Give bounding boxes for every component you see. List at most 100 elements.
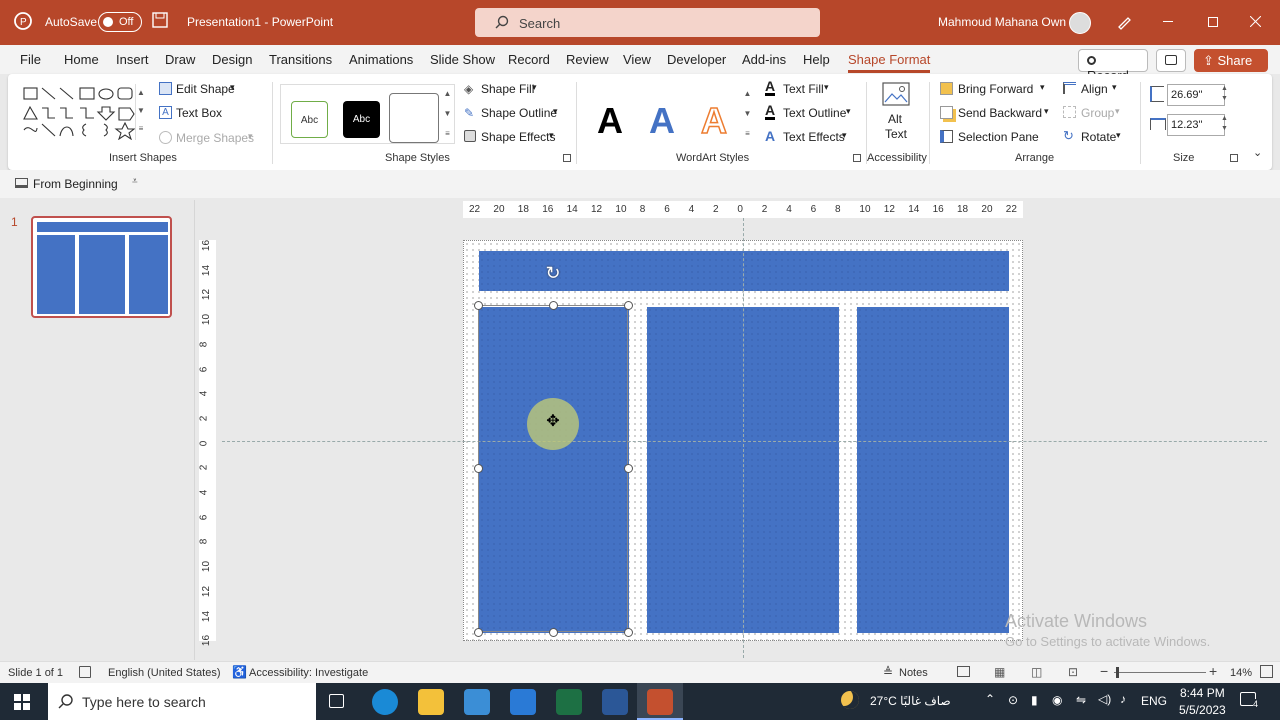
pen-icon[interactable] xyxy=(1116,14,1132,30)
tab-view[interactable]: View xyxy=(623,52,651,67)
tab-slide-show[interactable]: Slide Show xyxy=(430,52,495,67)
selection-pane-button[interactable]: Selection Pane xyxy=(958,130,1039,144)
rotate-button[interactable]: Rotate xyxy=(1081,130,1116,144)
resize-handle-sw[interactable] xyxy=(474,628,483,637)
zoom-out-icon[interactable]: − xyxy=(1100,663,1108,679)
slideshow-icon[interactable]: ⊡ xyxy=(1068,665,1078,679)
fit-slide-icon[interactable] xyxy=(1260,665,1273,678)
horizontal-guide[interactable] xyxy=(222,441,1267,442)
wordart-orange[interactable]: A xyxy=(700,99,728,142)
size-launcher-icon[interactable] xyxy=(1230,154,1238,162)
mail-icon[interactable] xyxy=(510,689,536,715)
file-explorer-icon[interactable] xyxy=(418,689,444,715)
style-swatch-3[interactable]: Abc xyxy=(389,93,439,143)
minimize-icon[interactable] xyxy=(1163,21,1173,22)
tab-design[interactable]: Design xyxy=(212,52,252,67)
text-effects-button[interactable]: Text Effects xyxy=(783,130,845,144)
zoom-level[interactable]: 14% xyxy=(1230,667,1252,679)
right-column-shape[interactable] xyxy=(857,307,1009,633)
wordart-scroll[interactable]: ▲ ▼ ≡ xyxy=(742,84,753,144)
powerpoint-taskbar-button[interactable] xyxy=(637,683,683,720)
align-button[interactable]: Align xyxy=(1081,82,1108,96)
collapse-ribbon-icon[interactable]: ⌄ xyxy=(1253,146,1262,159)
resize-handle-se[interactable] xyxy=(624,628,633,637)
speaker-icon[interactable]: ◁) xyxy=(1098,692,1111,706)
taskbar-search[interactable]: Type here to search xyxy=(48,683,316,720)
tray-icon-1[interactable]: ⊙ xyxy=(1008,693,1018,707)
avatar[interactable] xyxy=(1069,12,1091,34)
tray-icon-2[interactable]: ◉ xyxy=(1052,693,1062,707)
rotate-handle-icon[interactable]: ↻ xyxy=(543,263,563,283)
spellcheck-icon[interactable] xyxy=(79,666,91,678)
network-icon[interactable]: ⇋ xyxy=(1076,693,1086,707)
shape-styles-launcher-icon[interactable] xyxy=(563,154,571,162)
windows-start-icon[interactable] xyxy=(14,694,30,710)
alt-text-button-line1[interactable]: Alt xyxy=(888,112,902,126)
wordart-blue[interactable]: A xyxy=(649,100,675,142)
store-icon[interactable] xyxy=(464,689,490,715)
tab-file[interactable]: File xyxy=(20,52,41,67)
tab-transitions[interactable]: Transitions xyxy=(269,52,332,67)
edge-icon[interactable] xyxy=(372,689,398,715)
shapes-gallery[interactable] xyxy=(22,84,142,141)
input-language[interactable]: ENG xyxy=(1141,694,1167,708)
style-swatch-1[interactable]: Abc xyxy=(291,101,328,138)
word-icon[interactable] xyxy=(602,689,628,715)
tab-draw[interactable]: Draw xyxy=(165,52,195,67)
volume-icon[interactable]: ♪ xyxy=(1120,692,1126,706)
microphone-icon[interactable]: ▮ xyxy=(1031,693,1038,707)
style-swatch-2[interactable]: Abc xyxy=(343,101,380,138)
tab-help[interactable]: Help xyxy=(803,52,830,67)
slide-thumbnail[interactable] xyxy=(31,216,172,318)
notes-button[interactable]: Notes xyxy=(899,667,928,679)
tab-insert[interactable]: Insert xyxy=(116,52,149,67)
clock-date[interactable]: 5/5/2023 xyxy=(1179,703,1226,717)
shape-fill-button[interactable]: Shape Fill xyxy=(481,82,534,96)
record-button[interactable]: Record xyxy=(1078,49,1148,83)
resize-handle-n[interactable] xyxy=(549,301,558,310)
tab-shape-format[interactable]: Shape Format xyxy=(848,52,931,73)
normal-view-icon[interactable] xyxy=(957,666,970,677)
close-icon[interactable] xyxy=(1250,16,1261,27)
weather-icon[interactable] xyxy=(841,691,859,709)
edit-shape-button[interactable]: Edit Shape xyxy=(176,82,235,96)
wordart-gallery[interactable]: A A A xyxy=(583,82,755,144)
clock-time[interactable]: 8:44 PM xyxy=(1180,686,1225,700)
slide-sorter-icon[interactable]: ▦ xyxy=(994,665,1005,679)
excel-icon[interactable] xyxy=(556,689,582,715)
customize-qat-icon[interactable]: ⩡ xyxy=(132,176,138,187)
merge-shapes-button[interactable]: Merge Shapes xyxy=(176,131,254,145)
accessibility-status[interactable]: Accessibility: Investigate xyxy=(249,667,368,679)
zoom-in-icon[interactable]: + xyxy=(1209,663,1217,679)
shape-height-input[interactable]: 26.69" xyxy=(1167,84,1225,106)
tab-record[interactable]: Record xyxy=(508,52,550,67)
autosave-toggle[interactable]: Off xyxy=(98,12,142,32)
tab-add-ins[interactable]: Add-ins xyxy=(742,52,786,67)
text-fill-button[interactable]: Text Fill xyxy=(783,82,824,96)
resize-handle-ne[interactable] xyxy=(624,301,633,310)
resize-handle-nw[interactable] xyxy=(474,301,483,310)
tab-review[interactable]: Review xyxy=(566,52,609,67)
tab-animations[interactable]: Animations xyxy=(349,52,413,67)
shape-outline-button[interactable]: Shape Outline xyxy=(481,106,557,120)
alt-text-icon[interactable] xyxy=(882,82,910,108)
wordart-launcher-icon[interactable] xyxy=(853,154,861,162)
user-name[interactable]: Mahmoud Mahana Own xyxy=(938,15,1066,29)
comments-button[interactable] xyxy=(1156,49,1186,72)
share-button[interactable]: ⇪ Share xyxy=(1194,49,1268,72)
tab-home[interactable]: Home xyxy=(64,52,99,67)
height-spinner[interactable]: ▲ ▼ xyxy=(1221,84,1228,104)
from-beginning-button[interactable]: From Beginning xyxy=(33,177,118,191)
shape-effects-button[interactable]: Shape Effects xyxy=(481,130,556,144)
shape-styles-gallery[interactable]: Abc Abc Abc xyxy=(280,84,455,144)
reading-view-icon[interactable]: ◫ xyxy=(1031,665,1042,679)
shapes-scroll[interactable]: ▲ ▼ ≡ xyxy=(135,84,146,140)
text-outline-button[interactable]: Text Outline xyxy=(783,106,846,120)
shape-styles-scroll[interactable]: ▲ ▼ ≡ xyxy=(442,84,453,144)
bring-forward-button[interactable]: Bring Forward xyxy=(958,82,1033,96)
resize-handle-e[interactable] xyxy=(624,464,633,473)
search-box[interactable]: Search xyxy=(475,8,820,37)
tray-chevron-icon[interactable]: ⌃ xyxy=(985,692,995,706)
task-view-icon[interactable] xyxy=(329,694,344,708)
width-spinner[interactable]: ▲ ▼ xyxy=(1221,114,1228,134)
